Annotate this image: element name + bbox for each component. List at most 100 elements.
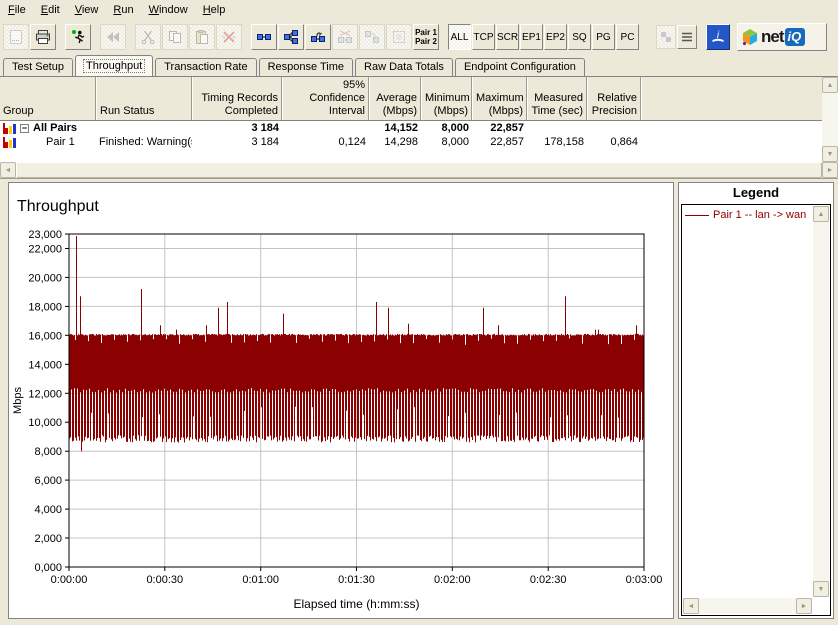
horizontal-scrollbar[interactable]: ◄ ►	[0, 162, 838, 178]
column-header--mbps-[interactable]: Minimum(Mbps)	[421, 77, 472, 120]
y-tick-label: 0,000	[34, 562, 62, 574]
table-row-all-pairs[interactable]: −All Pairs3 18414,1528,00022,857	[0, 121, 838, 135]
cell-time: 178,158	[527, 136, 587, 148]
copy-button[interactable]	[162, 24, 188, 50]
tab-transaction-rate[interactable]: Transaction Rate	[155, 58, 256, 76]
y-tick-label: 6,000	[34, 475, 62, 487]
column-header--mbps-[interactable]: Maximum(Mbps)	[472, 77, 527, 120]
column-header-time-sec-[interactable]: MeasuredTime (sec)	[527, 77, 587, 120]
y-tick-label: 23,000	[28, 229, 62, 241]
multicast-icon	[283, 29, 299, 45]
legend-title: Legend	[679, 183, 833, 202]
filter-scr-button[interactable]: SCR	[496, 24, 519, 50]
scroll-down-icon[interactable]: ▼	[813, 581, 829, 597]
filter-pg-button[interactable]: PG	[592, 24, 615, 50]
scroll-left-icon[interactable]: ◄	[0, 162, 16, 178]
copy-icon	[167, 29, 183, 45]
filter-all-button[interactable]: ALL	[448, 24, 471, 50]
menu-file[interactable]: File	[1, 1, 34, 19]
help-book-icon: i	[710, 29, 726, 45]
delete-button[interactable]	[216, 24, 242, 50]
rewind-icon	[105, 29, 121, 45]
legend-box: Pair 1 -- lan -> wan ▲ ▼ ◄ ►	[681, 204, 831, 616]
edit-pair-icon	[310, 29, 326, 45]
edit-pair-button[interactable]	[305, 24, 331, 50]
table-header-row: GroupRun StatusTiming RecordsCompleted95…	[0, 77, 838, 121]
tab-test-setup[interactable]: Test Setup	[3, 58, 73, 76]
menu-window[interactable]: Window	[142, 1, 196, 19]
x-tick-label: 0:00:00	[51, 574, 88, 586]
scroll-up-icon[interactable]: ▲	[813, 206, 829, 222]
scroll-up-icon[interactable]: ▲	[822, 77, 838, 93]
swap-endpoints-button[interactable]	[359, 24, 385, 50]
filter-tcp-button[interactable]: TCP	[472, 24, 495, 50]
replicate-pair-button[interactable]	[332, 24, 358, 50]
collapse-icon[interactable]: −	[20, 124, 29, 133]
add-pair-icon	[256, 29, 272, 45]
y-tick-label: 2,000	[34, 533, 62, 545]
scrollbar-thumb[interactable]	[16, 162, 822, 178]
menu-view[interactable]: View	[68, 1, 107, 19]
add-pair-button[interactable]	[251, 24, 277, 50]
paste-button[interactable]	[189, 24, 215, 50]
printer-icon	[35, 29, 51, 45]
filter-ep1-button[interactable]: EP1	[520, 24, 543, 50]
new-report-button[interactable]	[3, 24, 29, 50]
help-button[interactable]: i	[706, 24, 730, 50]
y-tick-label: 20,000	[28, 272, 62, 284]
menu-edit[interactable]: Edit	[34, 1, 68, 19]
x-tick-label: 0:00:30	[146, 574, 183, 586]
y-tick-label: 8,000	[34, 446, 62, 458]
select-pairs-button[interactable]	[386, 24, 412, 50]
menu-run[interactable]: Run	[106, 1, 141, 19]
scroll-down-icon[interactable]: ▼	[822, 146, 838, 162]
cell-avg: 14,152	[369, 122, 421, 134]
x-tick-label: 0:03:00	[626, 574, 663, 586]
chart-title: Throughput	[17, 198, 99, 215]
cell-avg: 14,298	[369, 136, 421, 148]
delete-x-icon	[221, 29, 237, 45]
tab-raw-data-totals[interactable]: Raw Data Totals	[355, 58, 453, 76]
print-button[interactable]	[30, 24, 56, 50]
table-vertical-scrollbar[interactable]: ▲ ▼	[822, 77, 838, 162]
filter-ep2-button[interactable]: EP2	[544, 24, 567, 50]
tab-endpoint-configuration[interactable]: Endpoint Configuration	[455, 58, 585, 76]
results-table: GroupRun StatusTiming RecordsCompleted95…	[0, 76, 838, 162]
x-tick-label: 0:02:30	[530, 574, 567, 586]
column-header--mbps-[interactable]: Average(Mbps)	[369, 77, 421, 120]
group-cell: −All Pairs	[0, 122, 96, 134]
y-tick-label: 22,000	[28, 244, 62, 256]
column-header-precision[interactable]: RelativePrecision	[587, 77, 641, 120]
cell-records: 3 184	[192, 122, 282, 134]
column-header-interval[interactable]: 95% ConfidenceInterval	[282, 77, 369, 120]
legend-horizontal-scrollbar[interactable]: ◄ ►	[683, 598, 812, 614]
column-header-spacer[interactable]	[641, 77, 838, 120]
scroll-left-icon[interactable]: ◄	[683, 598, 699, 614]
filter-pc-button[interactable]: PC	[616, 24, 639, 50]
x-tick-label: 0:02:00	[434, 574, 471, 586]
add-multicast-group-button[interactable]	[278, 24, 304, 50]
column-header-group[interactable]: Group	[0, 77, 96, 120]
pair-list-button[interactable]: Pair 1Pair 2	[413, 24, 439, 50]
tab-throughput[interactable]: Throughput	[75, 55, 153, 76]
x-axis-label: Elapsed time (h:mm:ss)	[293, 597, 419, 611]
rewind-button[interactable]	[100, 24, 126, 50]
cell-max: 22,857	[472, 122, 527, 134]
details-view-button[interactable]	[677, 25, 697, 49]
tab-response-time[interactable]: Response Time	[259, 58, 353, 76]
y-tick-label: 14,000	[28, 359, 62, 371]
menu-help[interactable]: Help	[196, 1, 234, 19]
table-row-pair-1[interactable]: Pair 1Finished: Warning(s)3 1840,12414,2…	[0, 135, 838, 149]
scroll-right-icon[interactable]: ►	[822, 162, 838, 178]
scroll-right-icon[interactable]: ►	[796, 598, 812, 614]
column-header-completed[interactable]: Timing RecordsCompleted	[192, 77, 282, 120]
column-header-run-status[interactable]: Run Status	[96, 77, 192, 120]
run-test-button[interactable]	[65, 24, 91, 50]
document-icon	[8, 29, 24, 45]
cell-precision: 0,864	[587, 136, 641, 148]
legend-vertical-scrollbar[interactable]: ▲ ▼	[813, 206, 829, 597]
cut-button[interactable]	[135, 24, 161, 50]
replicate-icon	[337, 29, 353, 45]
filter-sq-button[interactable]: SQ	[568, 24, 591, 50]
pattern-button[interactable]	[656, 25, 676, 49]
